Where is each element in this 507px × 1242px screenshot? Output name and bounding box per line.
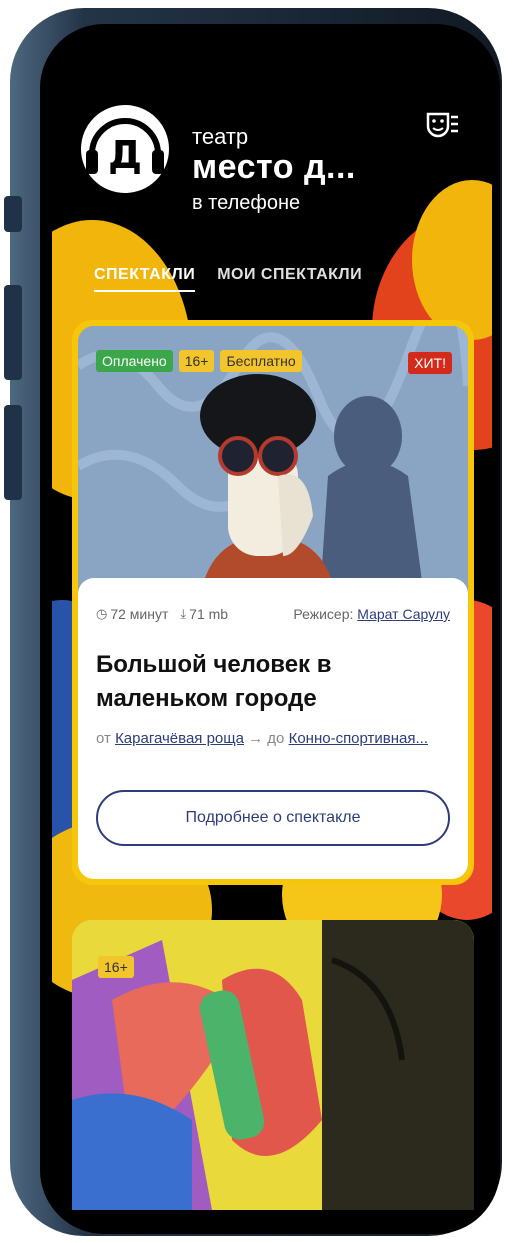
silent-switch: [4, 196, 22, 232]
route-to-link[interactable]: Конно-спортивная...: [289, 730, 428, 747]
app-title-small: театр: [192, 124, 249, 149]
route-to-label: до: [267, 730, 285, 747]
performance-card[interactable]: Оплачено 16+ Бесплатно ХИТ! ◷ 72 минут ⤓…: [72, 320, 474, 885]
tab-bar: СПЕКТАКЛИ МОИ СПЕКТАКЛИ: [94, 266, 362, 292]
performance-card-2[interactable]: 16+: [72, 920, 474, 1210]
director-label: Режисер:: [293, 606, 354, 622]
route: от Карагачёвая роща → до Конно-спортивна…: [96, 730, 450, 747]
director: Режисер: Марат Сарулу: [293, 606, 450, 622]
app-screen: Д театр место д... в телефоне СПЕКТАКЛИ …: [52, 40, 492, 1225]
route-from-label: от: [96, 730, 111, 747]
performance-title: Большой человек в маленьком городе: [96, 651, 332, 712]
logo-letter: Д: [108, 133, 142, 177]
paid-badge: Оплачено: [96, 350, 173, 372]
tab-my-performances[interactable]: МОИ СПЕКТАКЛИ: [217, 266, 362, 292]
volume-up-button: [4, 285, 22, 380]
age-badge: 16+: [178, 350, 215, 372]
download-icon: ⤓: [180, 606, 187, 621]
app-subtitle: в телефоне: [192, 192, 301, 214]
badge-group: Оплачено 16+ Бесплатно: [96, 350, 302, 372]
tab-performances[interactable]: СПЕКТАКЛИ: [94, 266, 196, 292]
age-badge-2: 16+: [98, 956, 134, 978]
route-from-link[interactable]: Карагачёвая роща: [115, 730, 244, 747]
director-link[interactable]: Марат Сарулу: [357, 606, 450, 622]
duration-text: 72 минут: [110, 606, 169, 622]
details-button[interactable]: Подробнее о спектакле: [96, 790, 450, 846]
performance-info: ◷ 72 минут ⤓ 71 mb Режисер: Марат Сарулу…: [78, 578, 468, 879]
phone-frame: Д театр место д... в телефоне СПЕКТАКЛИ …: [0, 0, 507, 1242]
size-text: 71 mb: [189, 606, 229, 622]
arrow-right-icon: →: [248, 730, 268, 747]
performance-meta: ◷ 72 минут ⤓ 71 mb Режисер: Марат Сарулу: [96, 606, 450, 622]
theatre-logo: Д: [81, 105, 169, 193]
app-title: место д...: [192, 148, 356, 186]
volume-down-button: [4, 405, 22, 500]
theatre-mask-icon[interactable]: [424, 108, 460, 144]
hit-badge: ХИТ!: [408, 352, 452, 374]
clock-icon: ◷: [96, 606, 108, 621]
free-badge: Бесплатно: [220, 350, 302, 372]
